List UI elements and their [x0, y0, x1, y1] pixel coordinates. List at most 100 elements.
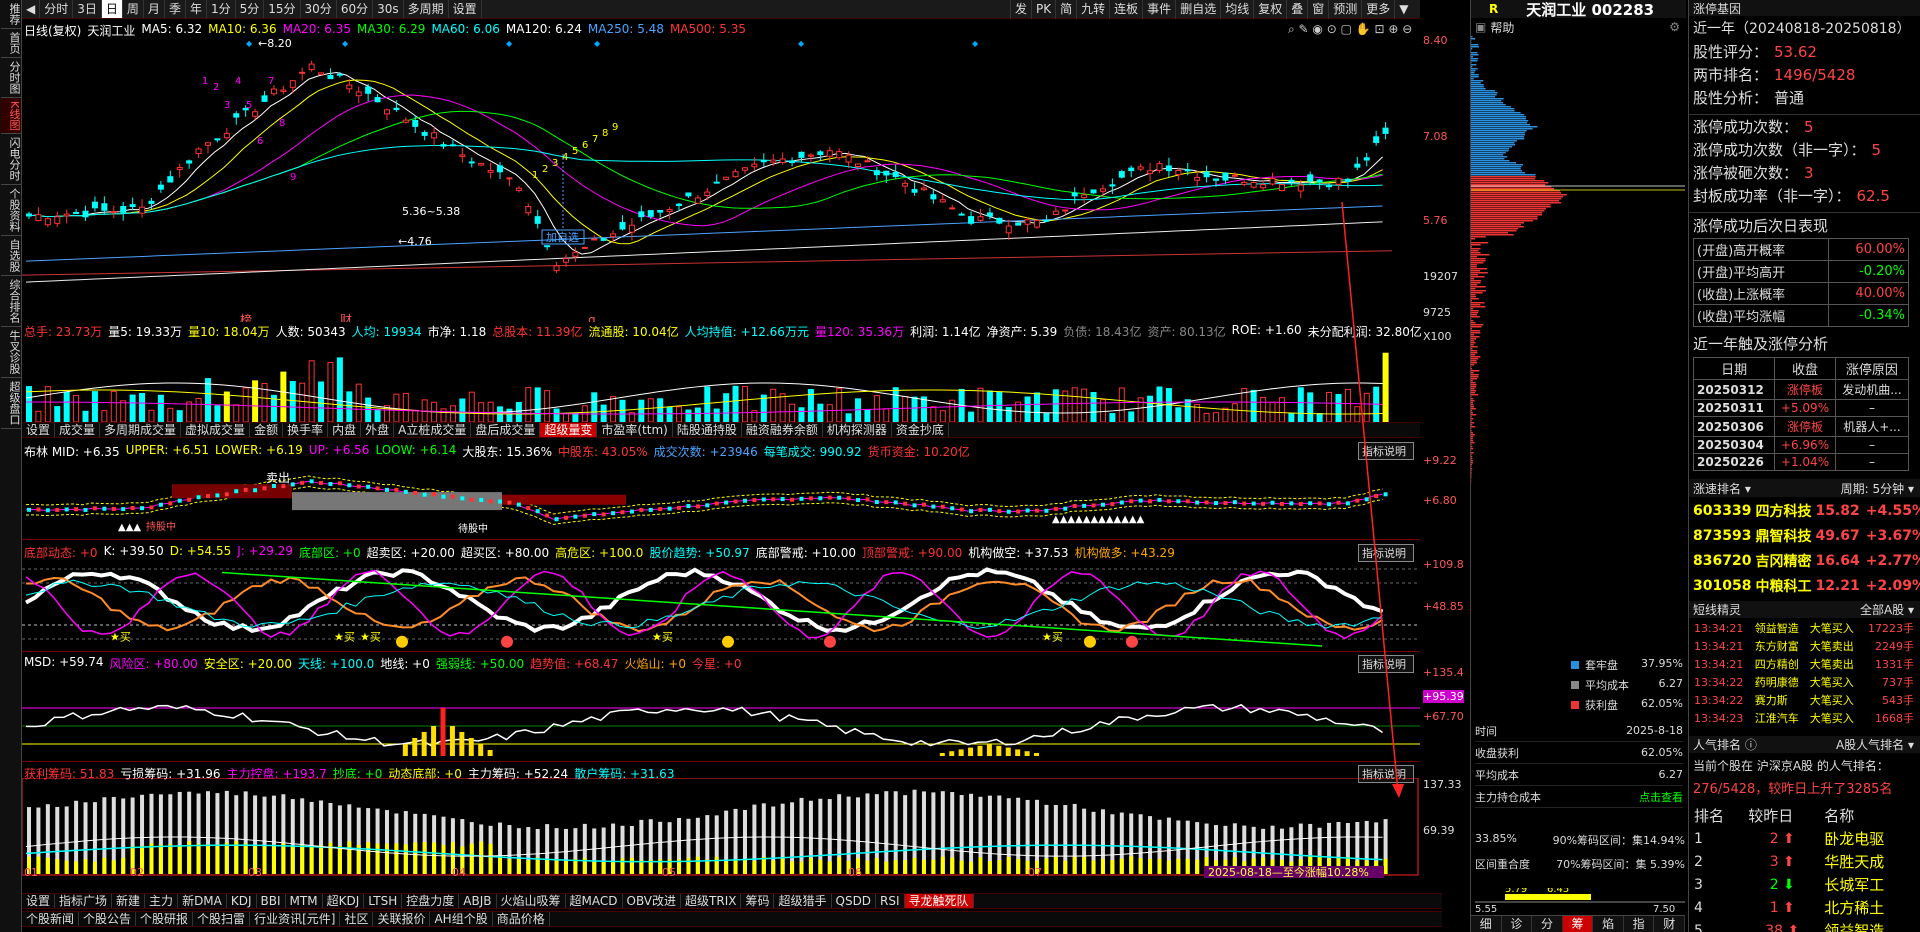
period-12[interactable]: 30s: [373, 0, 404, 18]
chip-tab-2[interactable]: 分: [1532, 916, 1563, 932]
gear-icon[interactable]: ⚙: [1669, 20, 1680, 34]
info-tab-5[interactable]: 社区: [340, 912, 374, 926]
sidebar-item-0[interactable]: 推荐: [1, 0, 21, 29]
tool-3[interactable]: 九转: [1076, 0, 1109, 19]
period-7[interactable]: 1分: [207, 0, 236, 18]
chip-tab-3[interactable]: 筹: [1562, 916, 1594, 932]
ind-tab-0[interactable]: 设置: [22, 423, 56, 437]
toolbar-back-icon[interactable]: ◀: [22, 0, 41, 18]
sidebar-item-8[interactable]: 牛叉诊股: [1, 327, 21, 379]
period-13[interactable]: 多周期: [404, 0, 449, 18]
chip-tab-0[interactable]: 细: [1471, 916, 1502, 932]
ind2-tab-18[interactable]: QSDD: [832, 894, 877, 908]
ind2-tab-15[interactable]: 超级TRIX: [681, 894, 742, 908]
sidebar-item-3[interactable]: K线图: [1, 98, 21, 135]
ind2-tab-6[interactable]: BBI: [257, 894, 286, 908]
ind-tab-1[interactable]: 成交量: [55, 423, 101, 437]
tool-12[interactable]: 更多: [1361, 0, 1394, 19]
ind2-tab-12[interactable]: 火焰山吸筹: [497, 894, 566, 908]
period-4[interactable]: 月: [144, 0, 165, 18]
sidebar-item-1[interactable]: 首页: [1, 29, 21, 58]
tool-9[interactable]: 叠: [1286, 0, 1307, 19]
ind2-tab-17[interactable]: 超级猎手: [774, 894, 832, 908]
chip-tab-5[interactable]: 指: [1624, 916, 1655, 932]
tool-0[interactable]: 发: [1010, 0, 1031, 19]
period-11[interactable]: 60分: [337, 0, 374, 18]
chip-tab-4[interactable]: 焰: [1593, 916, 1624, 932]
ind-tab-13[interactable]: 融资融券余额: [742, 423, 823, 437]
help-link[interactable]: 帮助: [1490, 19, 1514, 36]
kline-chart[interactable]: ←8.20←4.765.36~5.38加自选榜财 q123456789 123456…: [22, 34, 1420, 322]
tool-4[interactable]: 连板: [1109, 0, 1142, 19]
tool-more-icon[interactable]: ▼: [1394, 0, 1412, 19]
period-9[interactable]: 15分: [264, 0, 301, 18]
ind-tab-8[interactable]: A立桩成交量: [394, 423, 472, 437]
ind2-tab-4[interactable]: 新DMA: [178, 894, 227, 908]
pop-name-2[interactable]: 长城军工: [1821, 874, 1917, 895]
ind2-tab-9[interactable]: LTSH: [364, 894, 403, 908]
tool-7[interactable]: 均线: [1220, 0, 1253, 19]
info-tab-6[interactable]: 关联报价: [373, 912, 431, 926]
ind-tab-3[interactable]: 虚拟成交量: [181, 423, 251, 437]
ind2-tab-8[interactable]: 超KDJ: [323, 894, 365, 908]
ind2-tab-1[interactable]: 指标广场: [55, 894, 113, 908]
speed-period[interactable]: 周期: 5分钟 ▾: [1841, 480, 1914, 497]
speed-cell-2-0[interactable]: 836720: [1691, 549, 1753, 572]
sidebar-item-2[interactable]: 分时图: [1, 58, 21, 98]
speed-title[interactable]: 涨速排名 ▾: [1693, 480, 1751, 497]
sidebar-item-5[interactable]: 个股资料: [1, 185, 21, 237]
period-10[interactable]: 30分: [301, 0, 337, 18]
ind2-tab-2[interactable]: 新建: [112, 894, 146, 908]
ind2-tab-20[interactable]: 寻龙触死队: [904, 894, 974, 908]
speed-cell-0-0[interactable]: 603339: [1691, 499, 1753, 522]
help-icon[interactable]: ▣: [1475, 20, 1486, 34]
ind-tab-11[interactable]: 市盈率(ttm): [597, 423, 673, 437]
chip-tab-1[interactable]: 诊: [1502, 916, 1533, 932]
tool-5[interactable]: 事件: [1142, 0, 1175, 19]
ind2-tab-0[interactable]: 设置: [22, 894, 56, 908]
sidebar-item-7[interactable]: 综合排名: [1, 276, 21, 328]
tool-6[interactable]: 删自选: [1175, 0, 1220, 19]
ind-tab-6[interactable]: 内盘: [328, 423, 362, 437]
chip-row-value[interactable]: 点击查看: [1639, 789, 1683, 805]
info-tab-7[interactable]: AH组个股: [430, 912, 493, 926]
period-6[interactable]: 年: [186, 0, 207, 18]
ind2-tab-16[interactable]: 筹码: [741, 894, 775, 908]
speed-cell-1-1[interactable]: 鼎智科技: [1755, 524, 1811, 547]
pop-name-3[interactable]: 北方稀土: [1821, 897, 1917, 918]
tool-11[interactable]: 预测: [1328, 0, 1361, 19]
ind2-tab-5[interactable]: KDJ: [227, 894, 257, 908]
speed-cell-0-1[interactable]: 四方科技: [1755, 499, 1811, 522]
ind-tab-15[interactable]: 资金抄底: [892, 423, 949, 437]
period-1[interactable]: 3日: [73, 0, 102, 18]
ind2-tab-3[interactable]: 主力: [145, 894, 179, 908]
ind-tab-9[interactable]: 盘后成交量: [471, 423, 541, 437]
ind-tab-7[interactable]: 外盘: [361, 423, 395, 437]
info-tab-3[interactable]: 个股扫雷: [193, 912, 251, 926]
tool-2[interactable]: 简: [1055, 0, 1076, 19]
ind2-tab-10[interactable]: 控盘力度: [402, 894, 460, 908]
info-tab-4[interactable]: 行业资讯[元件]: [250, 912, 341, 926]
period-2[interactable]: 日: [101, 0, 123, 18]
ind-tab-14[interactable]: 机构探测器: [823, 423, 892, 437]
pop-name-1[interactable]: 华胜天成: [1821, 851, 1917, 872]
ind-tab-5[interactable]: 换手率: [283, 423, 329, 437]
ind2-tab-19[interactable]: RSI: [876, 894, 905, 908]
tool-10[interactable]: 窗: [1307, 0, 1328, 19]
ind2-tab-14[interactable]: OBV改进: [623, 894, 682, 908]
speed-cell-3-0[interactable]: 301058: [1691, 574, 1753, 597]
tool-1[interactable]: PK: [1031, 0, 1055, 19]
speed-cell-2-1[interactable]: 吉冈精密: [1755, 549, 1811, 572]
sidebar-item-6[interactable]: 自选股: [1, 236, 21, 277]
period-0[interactable]: 分时: [40, 0, 74, 18]
sidebar-item-4[interactable]: 闪电分时: [1, 134, 21, 186]
info-tab-1[interactable]: 个股公告: [79, 912, 137, 926]
ind2-tab-11[interactable]: ABJB: [459, 894, 497, 908]
period-14[interactable]: 设置: [449, 0, 482, 18]
ind2-tab-13[interactable]: 超MACD: [566, 894, 623, 908]
chip-tab-6[interactable]: 财: [1654, 916, 1686, 932]
speed-cell-3-1[interactable]: 中粮科工: [1755, 574, 1811, 597]
ind-tab-10[interactable]: 超级量变: [540, 423, 598, 437]
info-tab-8[interactable]: 商品价格: [493, 912, 550, 926]
period-8[interactable]: 5分: [236, 0, 265, 18]
